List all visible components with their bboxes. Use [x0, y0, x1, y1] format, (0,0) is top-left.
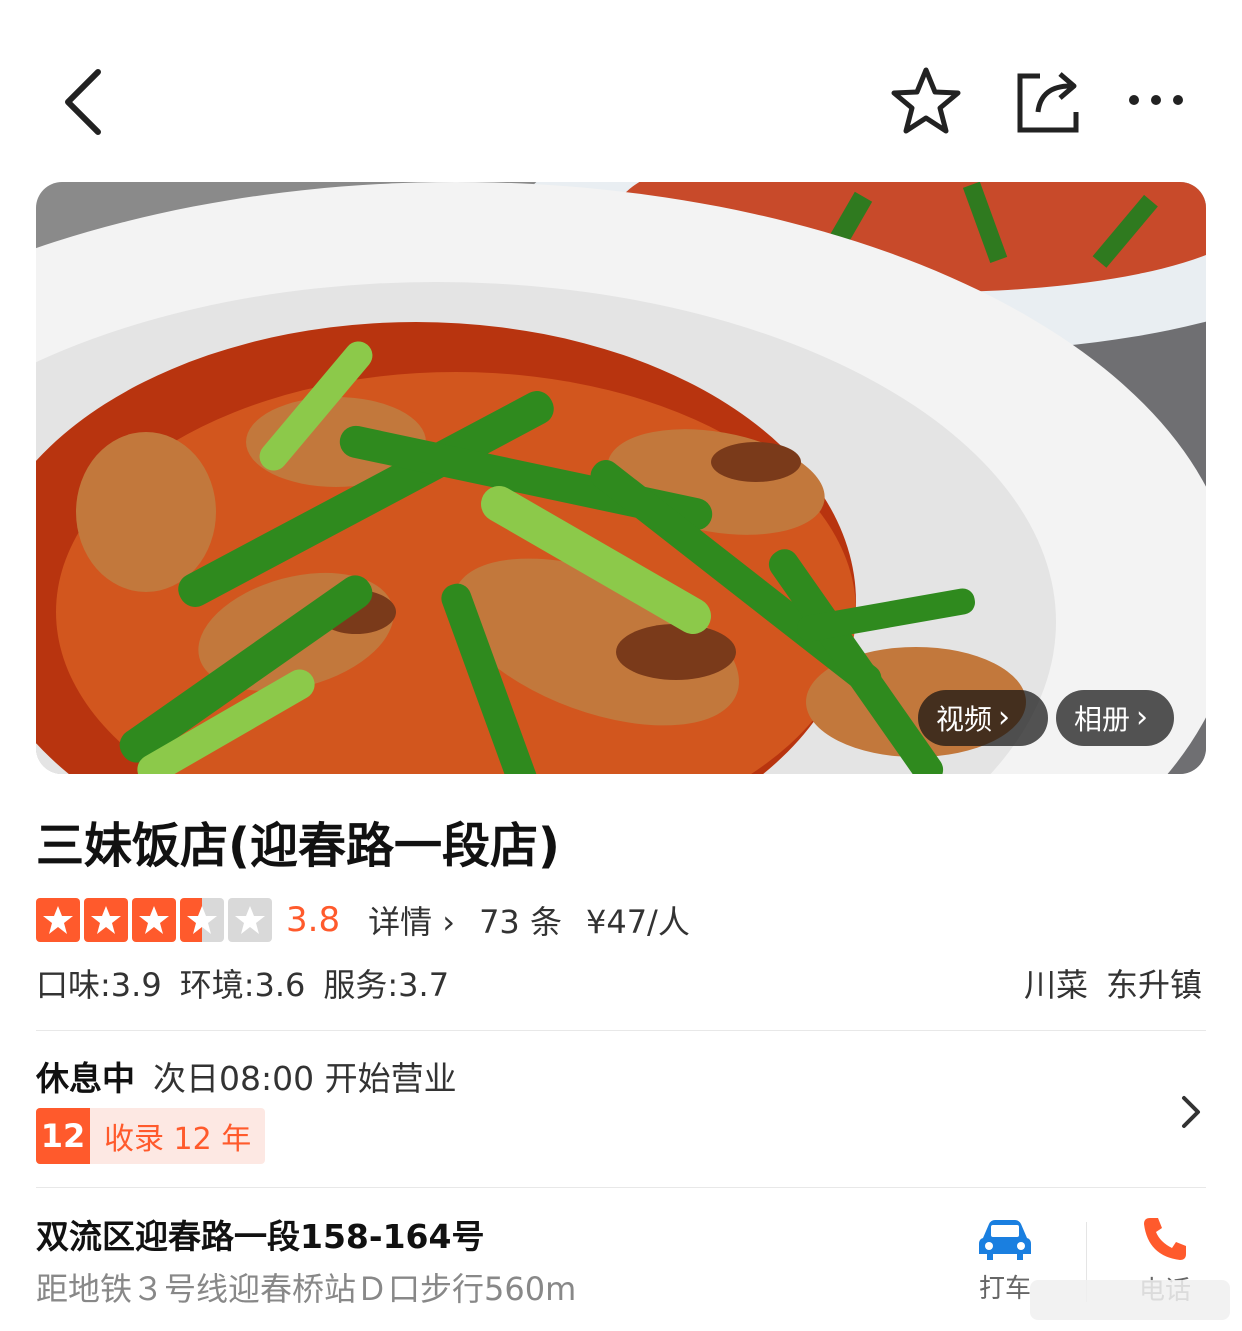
chevron-right-icon: › — [442, 903, 456, 941]
video-button[interactable]: 视频 › — [918, 690, 1048, 746]
hero-photo[interactable]: 视频 › 相册 › — [36, 182, 1206, 774]
empty-star-icon — [228, 898, 272, 942]
next-open-time: 次日08:00 开始营业 — [153, 1059, 457, 1098]
chevron-right-icon[interactable] — [1176, 1090, 1206, 1134]
chevron-right-icon: › — [998, 700, 1011, 735]
phone-icon — [1144, 1218, 1186, 1260]
watermark-overlay — [1030, 1280, 1230, 1320]
favorite-button[interactable] — [886, 62, 966, 142]
area-tag[interactable]: 东升镇 — [1106, 966, 1202, 1004]
car-icon — [979, 1220, 1031, 1260]
star-icon — [84, 898, 128, 942]
badge-text: 收录 12 年 — [104, 1122, 252, 1157]
more-button[interactable] — [1120, 70, 1196, 130]
rating-score: 3.8 — [286, 900, 341, 940]
sub-scores-row: 口味:3.9 环境:3.6 服务:3.7 川菜 东升镇 — [36, 960, 1206, 1010]
share-icon — [1017, 72, 1079, 133]
star-rating — [36, 898, 272, 942]
business-hours[interactable]: 休息中 次日08:00 开始营业 — [36, 1052, 457, 1100]
back-button[interactable] — [52, 62, 122, 142]
divider — [36, 1187, 1206, 1188]
share-button[interactable] — [1008, 62, 1088, 142]
taste-score: 口味:3.9 — [36, 966, 162, 1004]
divider — [36, 1030, 1206, 1031]
detail-label: 详情 — [368, 903, 433, 941]
half-star-icon — [180, 898, 224, 942]
top-bar — [0, 0, 1242, 180]
rating-detail-link[interactable]: 详情 › — [368, 897, 455, 943]
more-dots-icon — [1129, 95, 1183, 105]
category-tag[interactable]: 川菜 — [1024, 966, 1088, 1004]
star-icon — [36, 898, 80, 942]
video-label: 视频 — [936, 703, 993, 736]
badge-number: 12 — [36, 1108, 90, 1164]
album-button[interactable]: 相册 › — [1056, 690, 1174, 746]
open-status: 休息中 — [36, 1059, 135, 1098]
chevron-left-icon — [65, 69, 101, 135]
album-label: 相册 — [1074, 703, 1131, 736]
shop-address[interactable]: 双流区迎春路一段158-164号 — [36, 1210, 484, 1258]
listed-years-badge: 12 收录 12 年 — [36, 1108, 266, 1164]
avg-price: ¥47/人 — [585, 903, 690, 941]
star-icon — [132, 898, 176, 942]
metro-distance: 距地铁３号线迎春桥站Ｄ口步行560m — [36, 1270, 577, 1308]
review-count[interactable]: 73 条 — [479, 897, 562, 943]
environment-score: 环境:3.6 — [179, 966, 306, 1004]
rating-row: 3.8 详情 › 73 条 ¥47/人 — [36, 896, 690, 944]
chevron-right-icon: › — [1136, 700, 1149, 735]
food-photo-illustration — [36, 182, 1206, 774]
shop-name: 三妹饭店(迎春路一段店) — [36, 818, 560, 874]
star-outline-icon — [891, 67, 961, 134]
service-score: 服务:3.7 — [323, 966, 450, 1004]
